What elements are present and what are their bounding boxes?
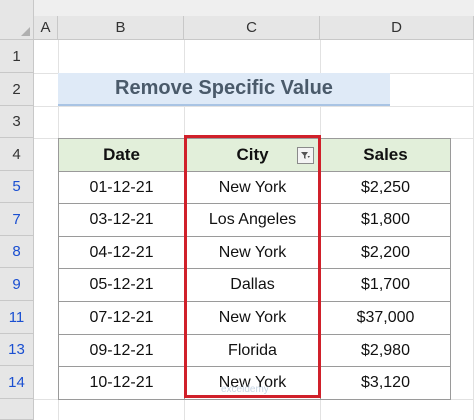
row-header-5[interactable]: 5 [0,171,34,203]
cell-date[interactable]: 04-12-21 [58,236,185,269]
cell-date[interactable]: 09-12-21 [58,334,185,367]
cell-sales[interactable]: $2,250 [320,171,451,204]
cell-sales[interactable]: $3,120 [320,366,451,400]
row-header-14[interactable]: 14 [0,366,34,399]
column-header-a[interactable]: A [34,16,58,40]
cell-sales[interactable]: $2,980 [320,334,451,367]
cell-city[interactable]: New York [184,236,321,269]
row-header-7[interactable]: 7 [0,203,34,236]
column-header-b[interactable]: B [58,16,184,40]
cell-date[interactable]: 10-12-21 [58,366,185,400]
row-header-13[interactable]: 13 [0,334,34,366]
cell-sales[interactable]: $2,200 [320,236,451,269]
cell-city[interactable]: Dallas [184,268,321,302]
cell-sales[interactable]: $1,800 [320,203,451,237]
header-sales[interactable]: Sales [320,138,451,172]
row-header-9[interactable]: 9 [0,268,34,301]
cell-date[interactable]: 07-12-21 [58,301,185,335]
cell-city[interactable]: New York [184,171,321,204]
cell-date[interactable]: 03-12-21 [58,203,185,237]
filter-funnel-icon[interactable] [297,147,314,164]
cell-city[interactable]: Florida [184,334,321,367]
row-header-8[interactable]: 8 [0,236,34,268]
cell-city[interactable]: New York [184,301,321,335]
top-strip [0,0,474,16]
cell-sales[interactable]: $1,700 [320,268,451,302]
header-city[interactable]: City [184,138,321,172]
cell-sales[interactable]: $37,000 [320,301,451,335]
row-header-3[interactable]: 3 [0,106,34,138]
column-header-d[interactable]: D [320,16,474,40]
cell-city[interactable]: Los Angeles [184,203,321,237]
row-header-11[interactable]: 11 [0,301,34,334]
row-header-4[interactable]: 4 [0,138,34,171]
cell-date[interactable]: 05-12-21 [58,268,185,302]
header-date[interactable]: Date [58,138,185,172]
column-header-c[interactable]: C [184,16,320,40]
row-header-2[interactable]: 2 [0,73,34,106]
select-all-corner[interactable] [0,0,34,40]
cell-date[interactable]: 01-12-21 [58,171,185,204]
header-city-label: City [236,145,269,164]
watermark-logo: exceldemy [221,384,269,395]
row-header-next[interactable] [0,399,34,420]
row-header-1[interactable]: 1 [0,40,34,73]
spreadsheet: A B C D 1 2 3 4 5 7 8 9 11 13 14 Remove … [0,0,474,420]
sheet-title[interactable]: Remove Specific Value [58,73,390,106]
